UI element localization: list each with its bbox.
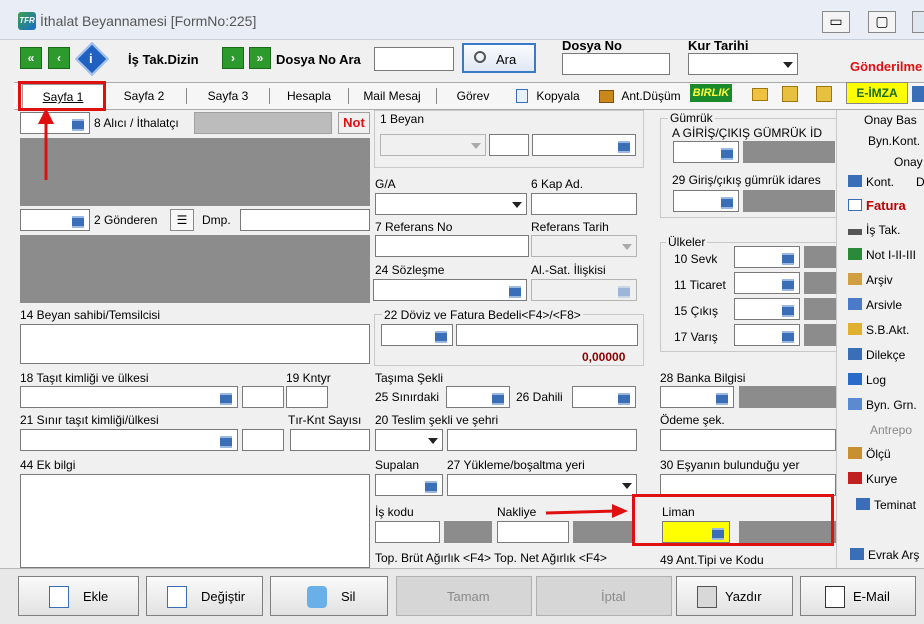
arrow-right-head [612, 504, 628, 518]
arrow-up-head [38, 108, 54, 124]
arrow-right-line [545, 509, 617, 515]
annotation-arrows [38, 108, 628, 518]
